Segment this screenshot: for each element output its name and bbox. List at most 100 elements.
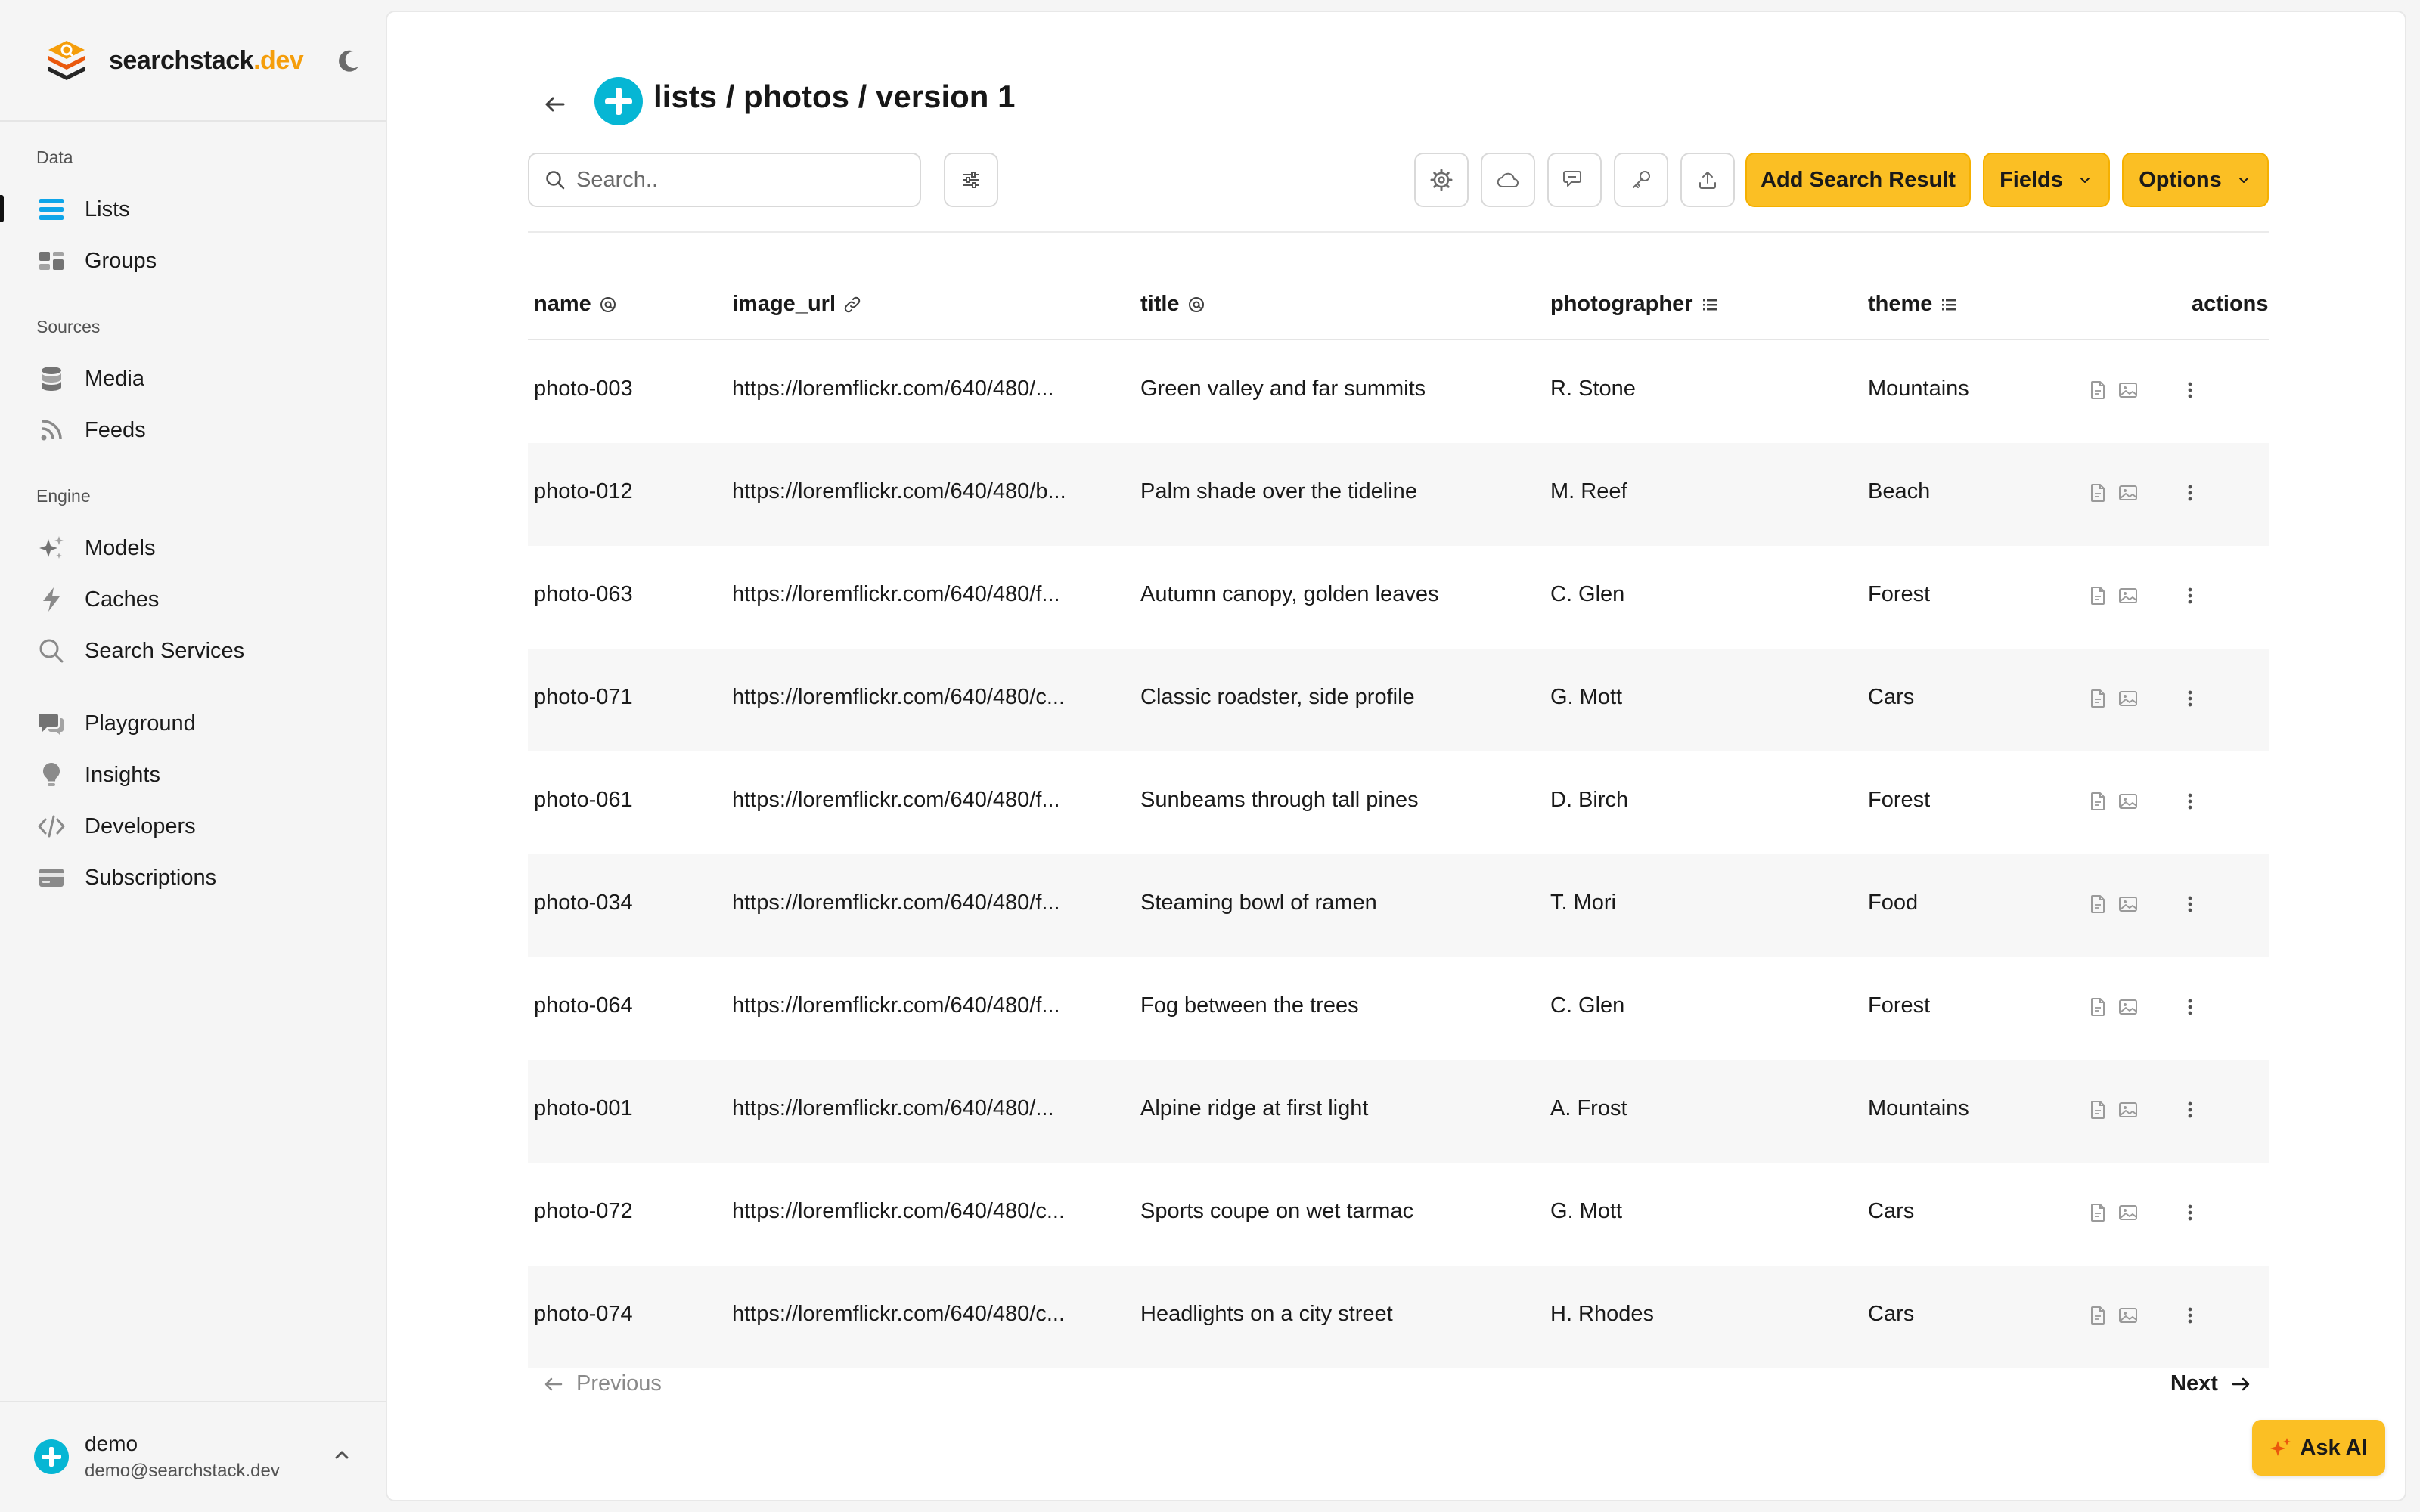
image-icon[interactable] [2118, 585, 2139, 606]
comments-button[interactable] [1547, 153, 1602, 207]
sidebar-item-insights[interactable]: Insights [36, 754, 354, 796]
cell-title: Palm shade over the tideline [1140, 479, 1417, 503]
search-input[interactable] [576, 167, 894, 193]
more-vertical-icon[interactable] [2178, 1199, 2202, 1226]
image-icon[interactable] [2118, 482, 2139, 503]
next-page-button[interactable]: Next [2170, 1371, 2251, 1396]
table-row[interactable]: photo-012 https://loremflickr.com/640/480… [528, 443, 2269, 546]
sidebar-item-feeds[interactable]: Feeds [36, 409, 354, 451]
moon-icon[interactable] [334, 45, 365, 76]
cell-title: Green valley and far summits [1140, 376, 1426, 401]
sidebar-item-label: Media [85, 366, 144, 391]
back-arrow-icon[interactable] [538, 88, 572, 121]
column-header-name[interactable]: name [534, 292, 617, 317]
upload-button[interactable] [1680, 153, 1735, 207]
more-vertical-icon[interactable] [2178, 685, 2202, 712]
table-row[interactable]: photo-072 https://loremflickr.com/640/480… [528, 1163, 2269, 1266]
table-row[interactable]: photo-001 https://loremflickr.com/640/480… [528, 1060, 2269, 1163]
table-row[interactable]: photo-064 https://loremflickr.com/640/480… [528, 957, 2269, 1060]
credit-card-icon [39, 869, 64, 887]
cell-photographer: G. Mott [1550, 685, 1623, 709]
chevron-up-icon[interactable] [328, 1442, 355, 1469]
code-icon [38, 815, 65, 838]
ask-ai-button[interactable]: Ask AI [2252, 1420, 2385, 1476]
cell-photographer: T. Mori [1550, 891, 1616, 915]
brand-name: searchstack.dev [109, 45, 304, 75]
image-icon[interactable] [2118, 996, 2139, 1018]
image-icon[interactable] [2118, 1202, 2139, 1223]
document-icon[interactable] [2087, 585, 2108, 606]
sidebar-item-developers[interactable]: Developers [36, 805, 354, 847]
chat-bubbles-icon [1563, 171, 1581, 187]
document-icon[interactable] [2087, 1305, 2108, 1326]
table-row[interactable]: photo-061 https://loremflickr.com/640/480… [528, 751, 2269, 854]
list-bullets-icon [1702, 299, 1717, 310]
document-icon[interactable] [2087, 996, 2108, 1018]
search-field[interactable] [528, 153, 921, 207]
sliders-icon [963, 172, 979, 188]
sidebar-item-search-services[interactable]: Search Services [36, 630, 354, 672]
document-icon[interactable] [2087, 1099, 2108, 1120]
cell-title: Sports coupe on wet tarmac [1140, 1199, 1414, 1223]
bolt-icon [43, 587, 60, 612]
more-vertical-icon[interactable] [2178, 1302, 2202, 1329]
sidebar-item-models[interactable]: Models [36, 527, 354, 569]
toolbar-divider [528, 231, 2269, 233]
table-row[interactable]: photo-034 https://loremflickr.com/640/480… [528, 854, 2269, 957]
document-icon[interactable] [2087, 380, 2108, 401]
api-key-button[interactable] [1614, 153, 1668, 207]
user-menu[interactable]: demo demo@searchstack.dev [33, 1425, 358, 1489]
image-icon[interactable] [2118, 380, 2139, 401]
more-vertical-icon[interactable] [2178, 993, 2202, 1021]
more-vertical-icon[interactable] [2178, 891, 2202, 918]
cell-name: photo-003 [534, 376, 633, 401]
more-vertical-icon[interactable] [2178, 582, 2202, 609]
column-header-title[interactable]: title [1140, 292, 1205, 317]
table-row[interactable]: photo-074 https://loremflickr.com/640/480… [528, 1266, 2269, 1368]
document-icon[interactable] [2087, 1202, 2108, 1223]
filter-button[interactable] [944, 153, 998, 207]
options-dropdown[interactable]: Options [2122, 153, 2269, 207]
document-icon[interactable] [2087, 894, 2108, 915]
image-icon[interactable] [2118, 894, 2139, 915]
table-row[interactable]: photo-071 https://loremflickr.com/640/480… [528, 649, 2269, 751]
brand[interactable]: searchstack.dev [45, 36, 304, 85]
image-icon[interactable] [2118, 1305, 2139, 1326]
table-row[interactable]: photo-003 https://loremflickr.com/640/480… [528, 340, 2269, 443]
cloud-button[interactable] [1481, 153, 1535, 207]
cell-name: photo-071 [534, 685, 633, 709]
more-vertical-icon[interactable] [2178, 376, 2202, 404]
more-vertical-icon[interactable] [2178, 788, 2202, 815]
column-header-theme[interactable]: theme [1868, 292, 1958, 317]
document-icon[interactable] [2087, 688, 2108, 709]
settings-button[interactable] [1414, 153, 1469, 207]
sidebar-item-caches[interactable]: Caches [36, 578, 354, 621]
image-icon[interactable] [2118, 791, 2139, 812]
cell-name: photo-012 [534, 479, 633, 503]
sidebar-item-media[interactable]: Media [36, 358, 354, 400]
document-icon[interactable] [2087, 482, 2108, 503]
column-header-image-url[interactable]: image_url [732, 292, 861, 317]
sidebar-item-lists[interactable]: Lists [36, 188, 354, 231]
cell-theme: Cars [1868, 1302, 1915, 1326]
search-icon [546, 171, 565, 190]
document-icon[interactable] [2087, 791, 2108, 812]
add-search-result-button[interactable]: Add Search Result [1745, 153, 1971, 207]
more-vertical-icon[interactable] [2178, 479, 2202, 507]
more-vertical-icon[interactable] [2178, 1096, 2202, 1123]
list-bullets-icon [1942, 299, 1956, 310]
lightbulb-icon [42, 763, 60, 786]
table-row[interactable]: photo-063 https://loremflickr.com/640/480… [528, 546, 2269, 649]
chat-icon [39, 714, 64, 736]
column-header-photographer[interactable]: photographer [1550, 292, 1719, 317]
sidebar-item-groups[interactable]: Groups [36, 240, 354, 282]
sidebar-item-playground[interactable]: Playground [36, 702, 354, 745]
sidebar-item-label: Feeds [85, 417, 146, 442]
sidebar-item-subscriptions[interactable]: Subscriptions [36, 857, 354, 899]
previous-page-button[interactable]: Previous [543, 1371, 662, 1396]
cell-photographer: H. Rhodes [1550, 1302, 1655, 1326]
image-icon[interactable] [2118, 688, 2139, 709]
fields-dropdown[interactable]: Fields [1983, 153, 2110, 207]
image-icon[interactable] [2118, 1099, 2139, 1120]
search-icon [39, 639, 64, 663]
